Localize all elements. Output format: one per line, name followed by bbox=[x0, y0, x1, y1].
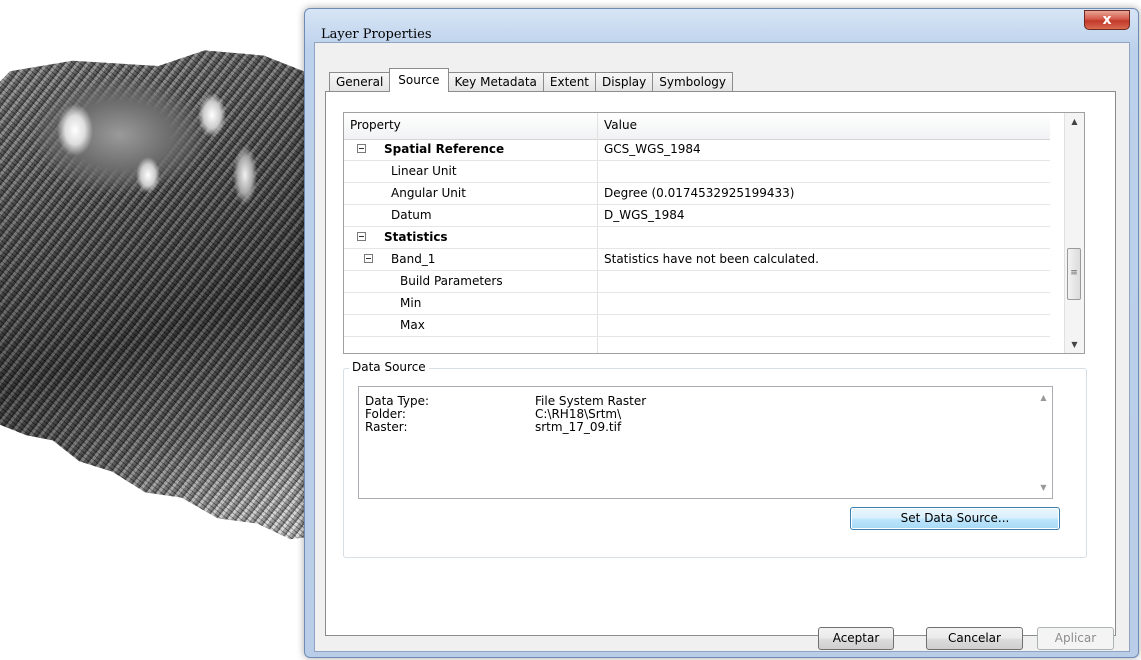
scroll-down-icon[interactable]: ▼ bbox=[1065, 336, 1084, 353]
apply-button[interactable]: Aplicar bbox=[1037, 627, 1114, 650]
grid-header: Property Value bbox=[344, 113, 1050, 140]
grid-row-min[interactable]: Min bbox=[344, 293, 1050, 315]
grid-scrollbar[interactable]: ▲ ≡ ▼ bbox=[1064, 113, 1084, 353]
set-data-source-button[interactable]: Set Data Source... bbox=[850, 507, 1060, 530]
tab-symbology[interactable]: Symbology bbox=[652, 72, 734, 92]
close-button[interactable]: x bbox=[1084, 10, 1130, 30]
group-title: Data Source bbox=[349, 360, 429, 374]
ds-label-raster: Raster: bbox=[365, 420, 408, 434]
property-value: Degree (0.0174532925199433) bbox=[604, 186, 795, 200]
grid-row-datum[interactable]: Datum D_WGS_1984 bbox=[344, 205, 1050, 227]
grid-row-build-parameters[interactable]: Build Parameters bbox=[344, 271, 1050, 293]
tab-key-metadata[interactable]: Key Metadata bbox=[447, 72, 544, 92]
tab-display[interactable]: Display bbox=[595, 72, 654, 92]
column-header-value: Value bbox=[604, 118, 637, 132]
property-label: Linear Unit bbox=[391, 164, 457, 178]
grid-row-spatial-reference[interactable]: Spatial Reference GCS_WGS_1984 bbox=[344, 139, 1050, 161]
property-label: Band_1 bbox=[391, 252, 436, 266]
data-source-textbox[interactable]: Data Type: File System Raster Folder: C:… bbox=[358, 386, 1053, 499]
raster-map-background bbox=[0, 50, 330, 540]
property-label: Max bbox=[400, 318, 425, 332]
property-label: Angular Unit bbox=[391, 186, 466, 200]
tab-strip: General Source Key Metadata Extent Displ… bbox=[329, 68, 734, 92]
grid-row-statistics[interactable]: Statistics bbox=[344, 227, 1050, 249]
property-label: Build Parameters bbox=[400, 274, 503, 288]
property-value: Statistics have not been calculated. bbox=[604, 252, 819, 266]
tab-extent[interactable]: Extent bbox=[542, 72, 597, 92]
ok-button[interactable]: Aceptar bbox=[818, 627, 894, 650]
window-title: Layer Properties bbox=[321, 27, 432, 42]
property-label: Min bbox=[400, 296, 422, 310]
tab-general[interactable]: General bbox=[329, 72, 391, 92]
source-tab-panel: Property Value Spatial Reference GCS_WGS… bbox=[325, 91, 1116, 636]
property-value: D_WGS_1984 bbox=[604, 208, 685, 222]
grid-row-band-1[interactable]: Band_1 Statistics have not been calculat… bbox=[344, 249, 1050, 271]
data-source-group: Data Source Data Type: File System Raste… bbox=[343, 360, 1087, 558]
collapse-icon[interactable] bbox=[357, 144, 366, 153]
scroll-up-icon[interactable]: ▲ bbox=[1035, 389, 1052, 406]
grid-row-linear-unit[interactable]: Linear Unit bbox=[344, 161, 1050, 183]
layer-properties-dialog: Layer Properties x General Source Key Me… bbox=[304, 8, 1139, 658]
scroll-up-icon[interactable]: ▲ bbox=[1065, 113, 1084, 130]
property-label: Datum bbox=[391, 208, 432, 222]
property-label: Statistics bbox=[384, 230, 448, 244]
collapse-icon[interactable] bbox=[364, 254, 373, 263]
grid-row-max[interactable]: Max bbox=[344, 315, 1050, 337]
tab-source[interactable]: Source bbox=[389, 68, 449, 92]
property-label: Spatial Reference bbox=[384, 142, 505, 156]
dialog-client-area: General Source Key Metadata Extent Displ… bbox=[314, 42, 1130, 652]
scroll-thumb[interactable]: ≡ bbox=[1067, 248, 1081, 300]
data-source-scrollbar[interactable]: ▲ ▼ bbox=[1035, 387, 1052, 498]
column-header-property: Property bbox=[350, 118, 401, 132]
scroll-down-icon[interactable]: ▼ bbox=[1035, 479, 1052, 496]
grid-row-angular-unit[interactable]: Angular Unit Degree (0.0174532925199433) bbox=[344, 183, 1050, 205]
property-value: GCS_WGS_1984 bbox=[604, 142, 701, 156]
ds-value-raster: srtm_17_09.tif bbox=[535, 420, 622, 434]
collapse-icon[interactable] bbox=[357, 232, 366, 241]
property-grid: Property Value Spatial Reference GCS_WGS… bbox=[343, 112, 1085, 354]
cancel-button[interactable]: Cancelar bbox=[926, 627, 1023, 650]
